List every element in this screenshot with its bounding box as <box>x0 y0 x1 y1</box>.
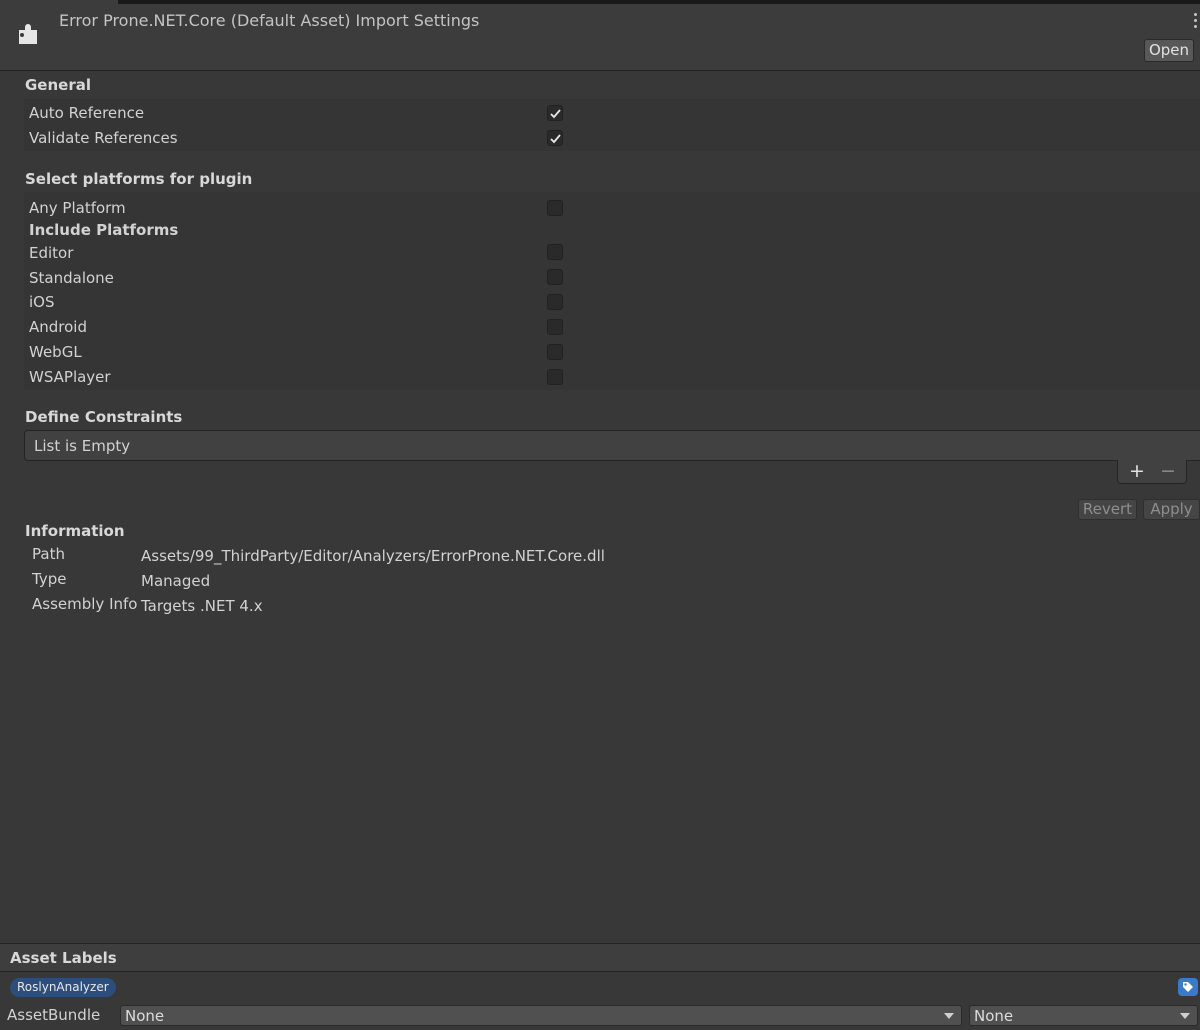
platform-standalone-checkbox[interactable] <box>547 269 563 285</box>
assetbundle-name-dropdown[interactable]: None <box>120 1005 962 1026</box>
platform-webgl-label: WebGL <box>29 343 82 361</box>
include-platforms-heading: Include Platforms <box>29 221 179 239</box>
platform-wsaplayer-checkbox[interactable] <box>547 369 563 385</box>
type-value: Managed <box>141 572 211 590</box>
define-constraints-heading: Define Constraints <box>25 408 183 426</box>
path-key: Path <box>32 545 65 563</box>
platform-android-label: Android <box>29 318 87 336</box>
puzzle-icon <box>19 24 37 44</box>
checkmark-icon <box>550 134 561 144</box>
asset-labels-heading: Asset Labels <box>10 949 117 967</box>
add-constraint-button[interactable]: + <box>1129 460 1145 482</box>
asset-label-tag[interactable]: RoslynAnalyzer <box>10 978 116 997</box>
tag-icon[interactable] <box>1178 978 1198 996</box>
platform-ios-label: iOS <box>29 293 55 311</box>
validate-references-checkbox[interactable] <box>547 130 563 146</box>
define-constraints-list: List is Empty <box>24 430 1200 461</box>
type-key: Type <box>32 570 67 588</box>
more-options-icon[interactable] <box>1192 13 1198 29</box>
chevron-down-icon <box>944 1013 954 1019</box>
platform-android-checkbox[interactable] <box>547 319 563 335</box>
assetbundle-label: AssetBundle <box>7 1006 101 1024</box>
assetbundle-variant-dropdown[interactable]: None <box>969 1005 1198 1026</box>
page-title: Error Prone.NET.Core (Default Asset) Imp… <box>59 11 480 30</box>
information-heading: Information <box>25 522 125 540</box>
general-group: Auto Reference Validate References <box>24 99 1200 151</box>
platform-ios-checkbox[interactable] <box>547 294 563 310</box>
list-footer: + − <box>1117 460 1187 484</box>
assembly-info-key: Assembly Info <box>32 595 138 613</box>
validate-references-label: Validate References <box>29 129 178 147</box>
open-button[interactable]: Open <box>1144 39 1194 62</box>
platform-editor-label: Editor <box>29 244 74 262</box>
chevron-down-icon <box>1180 1013 1190 1019</box>
checkmark-icon <box>550 109 561 119</box>
general-heading: General <box>25 76 91 94</box>
platforms-group: Any Platform Include Platforms Editor St… <box>24 192 1200 390</box>
remove-constraint-button[interactable]: − <box>1160 460 1176 482</box>
platform-webgl-checkbox[interactable] <box>547 344 563 360</box>
any-platform-label: Any Platform <box>29 199 126 217</box>
revert-button[interactable]: Revert <box>1078 499 1137 520</box>
apply-button[interactable]: Apply <box>1143 499 1200 520</box>
auto-reference-checkbox[interactable] <box>547 105 563 121</box>
path-value: Assets/99_ThirdParty/Editor/Analyzers/Er… <box>141 547 605 565</box>
asset-labels-bar: Asset Labels <box>0 943 1200 972</box>
any-platform-checkbox[interactable] <box>547 200 563 216</box>
platform-standalone-label: Standalone <box>29 269 114 287</box>
platform-editor-checkbox[interactable] <box>547 244 563 260</box>
platforms-heading: Select platforms for plugin <box>25 170 253 188</box>
auto-reference-label: Auto Reference <box>29 104 145 122</box>
assetbundle-name-value: None <box>125 1007 165 1025</box>
list-empty-text: List is Empty <box>34 437 131 455</box>
assetbundle-variant-value: None <box>974 1007 1014 1025</box>
assembly-info-value: Targets .NET 4.x <box>141 597 263 615</box>
platform-wsaplayer-label: WSAPlayer <box>29 368 111 386</box>
inspector-header: Error Prone.NET.Core (Default Asset) Imp… <box>0 4 1200 71</box>
